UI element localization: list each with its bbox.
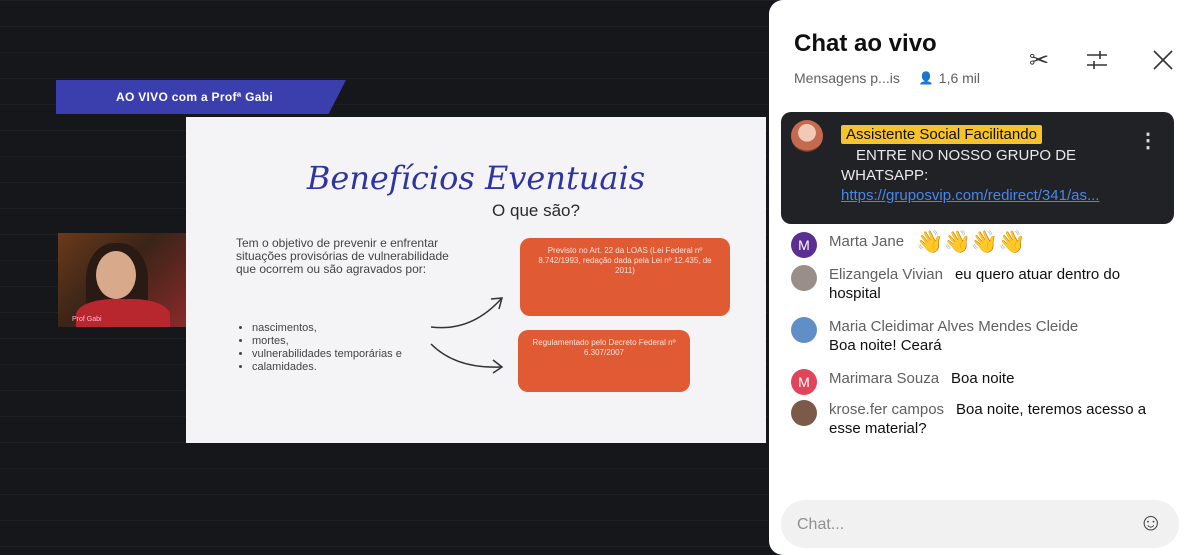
- avatar: [791, 317, 817, 343]
- pinned-line-2-prefix: WHATSAPP:: [841, 167, 929, 184]
- slide-subtitle: O que são?: [492, 201, 580, 220]
- slide-bullet: nascimentos,: [252, 322, 402, 335]
- list-item: Elizangela Vivian eu quero atuar dentro d…: [791, 265, 1171, 303]
- avatar: [791, 265, 817, 291]
- slide-bullet: vulnerabilidades temporárias e: [252, 348, 402, 361]
- list-item: M Marta Jane 👋👋👋👋: [791, 229, 1171, 258]
- close-icon: [1153, 50, 1173, 70]
- arrow-up-icon: [430, 297, 504, 329]
- live-banner: AO VIVO com a Profª Gabi: [56, 80, 346, 114]
- scissors-icon: ✂: [1028, 46, 1050, 74]
- more-options-icon[interactable]: ⋮: [1138, 128, 1158, 153]
- pinned-message-text: ENTRE NO NOSSO GRUPO DE WHATSAPP: https:…: [841, 146, 1141, 206]
- whatsapp-link[interactable]: https://gruposvip.com/redirect/341/as...: [841, 187, 1099, 204]
- pinned-line-1: ENTRE NO NOSSO GRUPO DE: [856, 147, 1077, 164]
- sliders-icon: [1087, 51, 1107, 69]
- message-author[interactable]: Marta Jane: [829, 233, 904, 250]
- emoji-icon[interactable]: ☺: [1138, 509, 1163, 537]
- presenter-webcam: Prof Gabi: [58, 233, 186, 327]
- avatar-initial: M: [798, 373, 810, 390]
- viewer-count: 1,6 mil: [938, 70, 981, 86]
- avatar: M: [791, 369, 817, 395]
- close-button[interactable]: [1143, 40, 1183, 80]
- waving-hands-icon: 👋👋👋👋: [916, 229, 1026, 254]
- list-item: krose.fer campos Boa noite, teremos acess…: [791, 400, 1171, 438]
- list-item: M Marimara Souza Boa noite: [791, 369, 1171, 395]
- avatar: [791, 400, 817, 426]
- video-player[interactable]: AO VIVO com a Profª Gabi Prof Gabi Benef…: [0, 0, 800, 555]
- slide-text: Tem o objetivo de prevenir e enfrentar s…: [236, 236, 449, 276]
- chat-input-bar: ☺: [781, 500, 1179, 548]
- chat-message-list: M Marta Jane 👋👋👋👋 Elizangela Vivian eu que…: [791, 229, 1171, 438]
- slide-box-decree: Regulamentado pelo Decreto Federal nº 6.…: [518, 330, 690, 392]
- message-text: Boa noite! Ceará: [829, 337, 942, 354]
- slide-bullet: mortes,: [252, 335, 402, 348]
- chat-input[interactable]: [795, 510, 1099, 540]
- chat-title: Chat ao vivo: [794, 30, 937, 57]
- message-text: Boa noite: [951, 370, 1015, 387]
- message-author[interactable]: Maria Cleidimar Alves Mendes Cleide: [829, 318, 1078, 335]
- arrow-down-icon: [430, 343, 504, 374]
- avatar-initial: M: [798, 236, 810, 253]
- webcam-tag: Prof Gabi: [72, 316, 102, 323]
- live-chat-panel: Chat ao vivo Mensagens p...is 👤 1,6 mil …: [769, 0, 1186, 555]
- slide-bullet: calamidades.: [252, 361, 402, 374]
- message-author[interactable]: krose.fer campos: [829, 401, 944, 418]
- chat-mode-label: Mensagens p...is: [794, 70, 900, 86]
- viewers-icon: 👤: [918, 71, 934, 85]
- message-author[interactable]: Marimara Souza: [829, 370, 939, 387]
- live-banner-text: AO VIVO com a Profª Gabi: [116, 90, 274, 104]
- presentation-slide: Benefícios Eventuais O que são? Tem o ob…: [186, 117, 766, 443]
- slide-bullets: nascimentos, mortes, vulnerabilidades te…: [238, 322, 402, 374]
- clip-button[interactable]: ✂: [1019, 40, 1059, 80]
- avatar: M: [791, 232, 817, 258]
- pinned-author: Assistente Social Facilitando: [841, 125, 1042, 144]
- list-item: Maria Cleidimar Alves Mendes Cleide Boa n…: [791, 317, 1171, 355]
- pinned-message[interactable]: Assistente Social Facilitando ⋮ ENTRE NO…: [781, 112, 1174, 224]
- filter-button[interactable]: [1077, 40, 1117, 80]
- slide-box-legal: Previsto no Art. 22 da LOAS (Lei Federal…: [520, 238, 730, 316]
- message-author[interactable]: Elizangela Vivian: [829, 266, 943, 283]
- slide-title: Benefícios Eventuais: [306, 159, 646, 197]
- chat-mode-selector[interactable]: Mensagens p...is 👤 1,6 mil: [794, 70, 980, 86]
- avatar: [791, 120, 823, 152]
- presenter-face: [96, 251, 136, 299]
